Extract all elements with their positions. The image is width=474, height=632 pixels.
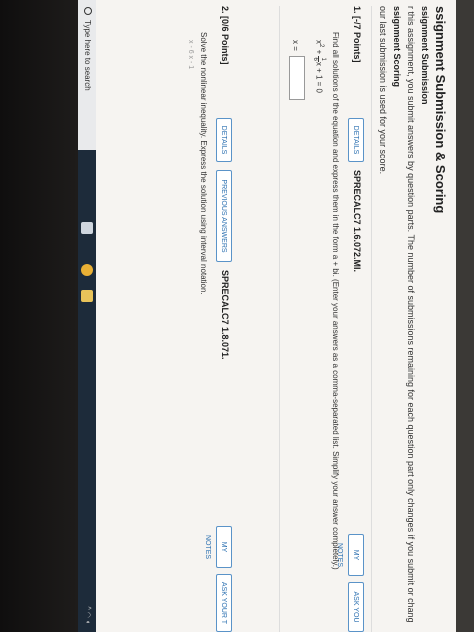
photo-of-monitor: ssignment Submission & Scoring ssignment… (0, 0, 474, 632)
question-2-partial-expression: x - 6 x - 1 (187, 40, 194, 70)
question-1-code: SPRECALC7 1.6.072.MI. (352, 170, 362, 273)
monitor-bottom-bezel (0, 0, 78, 632)
taskbar-search-placeholder: Type here to search (83, 20, 92, 91)
question-2-my-notes-button[interactable]: MY NOTES (204, 526, 232, 568)
divider (371, 6, 372, 632)
question-1-details-button[interactable]: DETAILS (348, 118, 364, 162)
divider (279, 6, 280, 632)
question-2-details-button[interactable]: DETAILS (216, 118, 232, 162)
question-2-number: 2. [0/6 Points] (220, 6, 230, 65)
submission-heading: ssignment Submission (420, 6, 430, 105)
scoring-heading: ssignment Scoring (392, 6, 402, 88)
scoring-text: our last submission is used for your sco… (378, 6, 388, 175)
file-explorer-icon[interactable] (81, 290, 93, 302)
system-tray: ^ ◠ ◖ (84, 606, 92, 624)
chrome-icon[interactable] (81, 264, 93, 276)
search-icon (84, 7, 92, 15)
question-2-code: SPRECALC7 1.8.071. (220, 270, 230, 360)
task-view-icon[interactable] (81, 222, 93, 234)
chevron-up-icon[interactable]: ^ (84, 606, 91, 609)
page-title: ssignment Submission & Scoring (433, 6, 448, 214)
volume-icon[interactable]: ◖ (84, 620, 91, 624)
question-1-answer-label: x = (291, 40, 300, 51)
question-1-prompt: Find all solutions of the equation and e… (331, 32, 340, 570)
taskbar: Type here to search ^ ◠ ◖ (78, 0, 96, 632)
taskbar-search-box[interactable]: Type here to search (78, 0, 96, 150)
monitor-top-bezel (456, 0, 474, 632)
question-1-my-notes-button[interactable]: MY NOTES (336, 534, 364, 576)
question-2-prompt: Solve the nonlinear inequality. Express … (199, 32, 208, 295)
question-1-ask-button[interactable]: ASK YOU (348, 582, 364, 632)
network-icon[interactable]: ◠ (84, 612, 91, 618)
question-2-ask-button[interactable]: ASK YOUR T (216, 574, 232, 632)
question-1-number: 1. [-/7 Points] (352, 6, 362, 63)
question-1-answer-input[interactable] (289, 56, 305, 100)
browser-page: ssignment Submission & Scoring ssignment… (78, 0, 456, 632)
question-1-equation: x2 + 16x + 1 = 0 (312, 40, 326, 93)
submission-text: r this assignment, you submit answers by… (406, 6, 416, 623)
question-2-previous-answers-button[interactable]: PREVIOUS ANSWERS (216, 170, 232, 262)
